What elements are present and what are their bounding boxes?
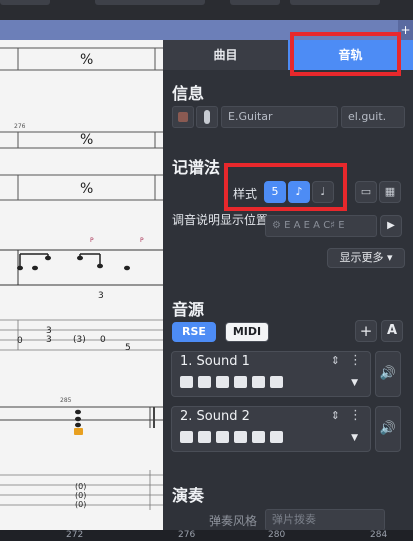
chord-grid-icon[interactable]: ▦: [379, 181, 401, 203]
play-arrow-icon[interactable]: ▶: [380, 215, 402, 237]
guitar-icon[interactable]: [196, 106, 218, 128]
chevron-updown-icon[interactable]: ⇕: [331, 354, 340, 367]
svg-text:0: 0: [17, 336, 23, 346]
playing-style-select[interactable]: 弹片拨奏: [265, 509, 385, 531]
tuning-display-field[interactable]: ⚙ E A E A C♯ E: [265, 215, 377, 237]
svg-text:%: %: [80, 132, 93, 148]
section-title-notation: 记谱法: [172, 158, 221, 177]
more-menu-icon[interactable]: ⋮: [349, 408, 362, 423]
playing-style-label: 弹奏风格: [209, 514, 258, 528]
volume-icon[interactable]: 🔊: [375, 351, 401, 397]
chevron-down-icon[interactable]: ▼: [351, 433, 358, 443]
effect-icon[interactable]: [252, 376, 265, 388]
amp-icon[interactable]: [198, 431, 211, 443]
repeat-measure-sign: %: [80, 52, 93, 68]
svg-text:(3): (3): [73, 335, 86, 345]
bar-ruler: 272 276 280 284: [0, 530, 413, 541]
guitar-icon[interactable]: [180, 431, 193, 443]
add-sound-button[interactable]: +: [355, 320, 377, 342]
tab-song[interactable]: 曲目: [163, 40, 288, 70]
sound-name: 1. Sound 1: [180, 354, 250, 369]
articulation-icons: [180, 431, 283, 443]
articulation-icons: [180, 376, 283, 388]
inspector-panel: 曲目 音轨 信息 E.Guitar el.guit. 记谱法 样式 5 ♪ ♩ …: [163, 40, 413, 531]
amp-icon[interactable]: [216, 431, 229, 443]
track-color-swatch[interactable]: [172, 106, 194, 128]
svg-text:P: P: [90, 237, 94, 244]
effect-icon[interactable]: [270, 431, 283, 443]
instrument-name-field[interactable]: E.Guitar: [221, 106, 338, 128]
numbered-notation-icon[interactable]: ▭: [355, 181, 377, 203]
tuplet-number: 3: [98, 291, 104, 301]
chevron-down-icon[interactable]: ▼: [351, 378, 358, 388]
highlight-box: [290, 32, 401, 76]
amp-icon[interactable]: [216, 376, 229, 388]
volume-icon[interactable]: 🔊: [375, 406, 401, 452]
toolbar-segment: [0, 0, 50, 5]
effect-icon[interactable]: [234, 376, 247, 388]
svg-text:0: 0: [100, 335, 106, 345]
gear-icon: ⚙: [272, 220, 285, 231]
section-title-performance: 演奏: [172, 486, 205, 505]
svg-text:5: 5: [125, 343, 131, 353]
svg-text:(0): (0): [75, 500, 86, 509]
short-name-field[interactable]: el.guit.: [341, 106, 405, 128]
score-notation: % 276 % % P P 3 0 3 3 (3) 0 5 285 (0) (0…: [0, 47, 163, 510]
svg-text:P: P: [140, 237, 144, 244]
score-view[interactable]: % 276 % % P P 3 0 3 3 (3) 0 5 285 (0) (0…: [0, 40, 163, 530]
toolbar-segment: [290, 0, 380, 5]
effect-icon[interactable]: [234, 431, 247, 443]
svg-text:(0): (0): [75, 482, 86, 491]
bar-number: 276: [14, 123, 26, 130]
svg-text:285: 285: [60, 397, 72, 404]
svg-text:%: %: [80, 181, 93, 197]
section-title-sound: 音源: [172, 300, 205, 319]
svg-text:(0): (0): [75, 491, 86, 500]
chevron-down-icon: ▾: [383, 251, 393, 264]
midi-button[interactable]: MIDI: [225, 322, 269, 342]
extra-style-group: ▭ ▦: [355, 181, 401, 203]
chevron-updown-icon[interactable]: ⇕: [331, 409, 340, 422]
guitar-icon[interactable]: [180, 376, 193, 388]
amp-icon[interactable]: [198, 376, 211, 388]
svg-text:3: 3: [46, 335, 52, 345]
sound-item[interactable]: 2. Sound 2 ⇕ ⋮ ▼: [171, 406, 371, 452]
effect-icon[interactable]: [270, 376, 283, 388]
show-more-button[interactable]: 显示更多 ▾: [327, 248, 405, 268]
sound-item[interactable]: 1. Sound 1 ⇕ ⋮ ▼: [171, 351, 371, 397]
highlight-box: [224, 163, 347, 211]
automation-button[interactable]: A: [381, 320, 403, 342]
toolbar-segment: [230, 0, 280, 5]
rse-button[interactable]: RSE: [172, 322, 216, 342]
sound-name: 2. Sound 2: [180, 409, 250, 424]
section-title-info: 信息: [172, 84, 205, 103]
effect-icon[interactable]: [252, 431, 265, 443]
top-toolbar-strip: [0, 0, 413, 20]
more-menu-icon[interactable]: ⋮: [349, 353, 362, 368]
tuning-display-label: 调音说明显示位置: [172, 213, 269, 227]
toolbar-segment: [95, 0, 205, 5]
